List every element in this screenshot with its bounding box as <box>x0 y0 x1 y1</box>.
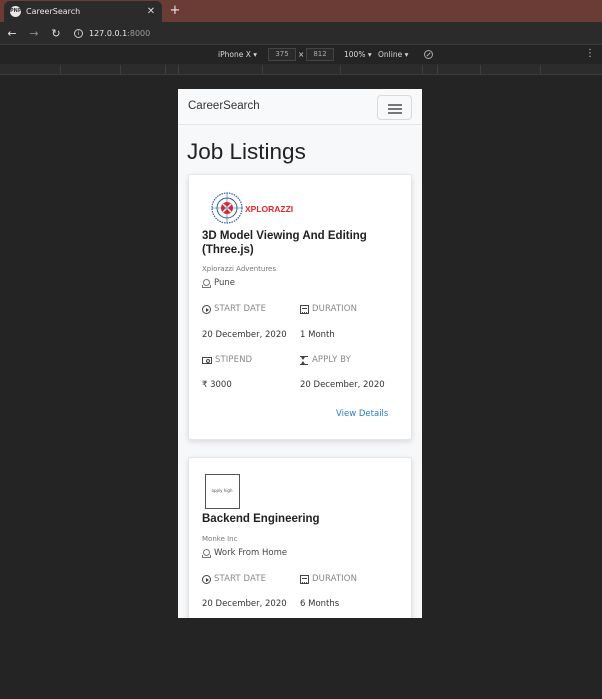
browser-tab-strip: PNP CareerSearch ✕ + <box>0 0 602 22</box>
navbar: CareerSearch <box>178 89 422 125</box>
back-arrow-icon[interactable]: ← <box>2 27 22 40</box>
tab-title: CareerSearch <box>26 7 81 16</box>
device-height-input[interactable]: 812 <box>306 48 334 61</box>
url-host: 127.0.0.1 <box>89 28 128 38</box>
dimension-separator: × <box>298 50 305 59</box>
forward-arrow-icon[interactable]: → <box>24 27 44 40</box>
address-bar: ← → ↻ i 127.0.0.1:8000 <box>0 22 602 44</box>
reload-icon[interactable]: ↻ <box>46 27 66 40</box>
mobile-viewport: CareerSearch Job Listings XPLORAZZI 3D M… <box>178 89 422 618</box>
job-location: Pune <box>202 278 235 288</box>
start-date-label: START DATE <box>202 574 266 584</box>
zoom-select[interactable]: 100% ▾ <box>344 50 372 59</box>
duration-value: 1 Month <box>300 330 335 340</box>
stipend-value: ₹ 3000 <box>202 380 232 390</box>
network-select[interactable]: Online ▾ <box>378 50 408 59</box>
start-date-value: 20 December, 2020 <box>202 330 287 340</box>
location-pin-icon <box>202 278 211 288</box>
stipend-label: STIPEND <box>202 355 252 365</box>
browser-tab[interactable]: PNP CareerSearch ✕ <box>4 1 162 22</box>
job-title: Backend Engineering <box>202 513 320 525</box>
company-name: Xplorazzi Adventures <box>202 265 277 273</box>
start-date-label: START DATE <box>202 304 266 314</box>
company-logo-text: XPLORAZZI <box>245 204 293 214</box>
new-tab-button[interactable]: + <box>168 3 182 19</box>
navbar-brand[interactable]: CareerSearch <box>188 100 260 112</box>
job-card: XPLORAZZI 3D Model Viewing And Editing (… <box>188 174 412 440</box>
start-date-value: 20 December, 2020 <box>202 599 287 609</box>
page-title: Job Listings <box>187 139 306 164</box>
url-port: :8000 <box>127 28 151 38</box>
job-title: 3D Model Viewing And Editing (Three.js) <box>202 230 367 256</box>
url-field[interactable]: i 127.0.0.1:8000 <box>74 24 150 42</box>
more-options-icon[interactable]: ⋮ <box>585 48 595 59</box>
view-details-link[interactable]: View Details <box>336 409 388 419</box>
location-text: Work From Home <box>214 548 288 558</box>
media-query-ruler <box>0 64 602 75</box>
job-card: apply high Backend Engineering Monke Inc… <box>188 457 412 618</box>
company-logo-text: apply high <box>211 488 233 493</box>
hourglass-icon <box>300 355 308 365</box>
company-name: Monke Inc <box>202 535 238 543</box>
hamburger-icon <box>388 104 402 106</box>
company-logo: apply high <box>205 474 240 509</box>
location-pin-icon <box>202 548 211 558</box>
play-circle-icon <box>202 304 211 314</box>
apply-by-value: 20 December, 2020 <box>300 380 385 390</box>
device-select[interactable]: iPhone X ▾ <box>218 50 257 59</box>
menu-toggle-button[interactable] <box>377 95 412 120</box>
duration-label: DURATION <box>300 304 357 314</box>
device-toolbar: iPhone X ▾ 375 × 812 100% ▾ Online ▾ ⋮ <box>0 44 602 64</box>
favicon-icon: PNP <box>10 6 22 17</box>
location-text: Pune <box>214 278 235 288</box>
company-logo: XPLORAZZI <box>211 192 293 224</box>
duration-label: DURATION <box>300 574 357 584</box>
apply-by-label: APPLY BY <box>300 355 351 365</box>
job-location: Work From Home <box>202 548 287 558</box>
device-width-input[interactable]: 375 <box>268 48 296 61</box>
money-icon <box>202 356 212 364</box>
calendar-icon <box>300 304 309 314</box>
info-icon[interactable]: i <box>74 28 83 38</box>
calendar-icon <box>300 574 309 584</box>
duration-value: 6 Months <box>300 599 340 609</box>
close-tab-icon[interactable]: ✕ <box>146 6 156 17</box>
rotate-icon[interactable] <box>424 50 433 59</box>
play-circle-icon <box>202 574 211 584</box>
